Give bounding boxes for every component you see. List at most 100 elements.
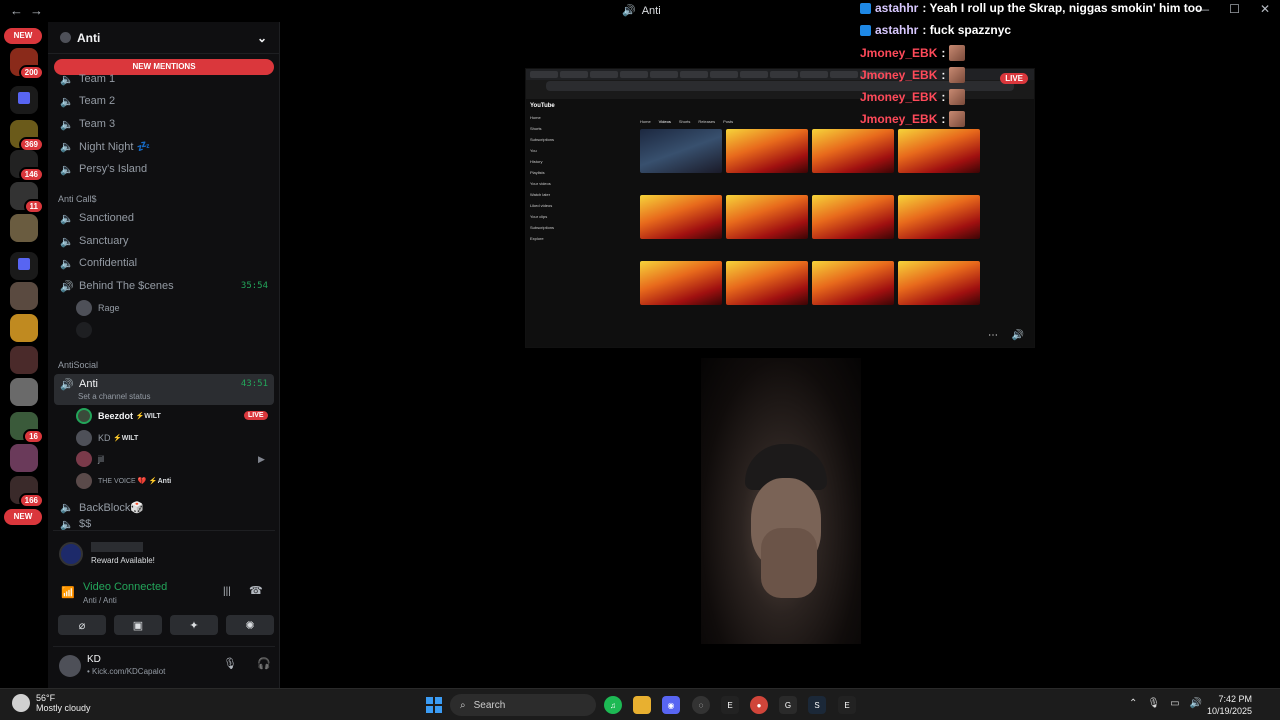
chevron-down-icon[interactable]: ⌄ [257,31,267,45]
voice-status[interactable]: Video Connected [83,581,167,593]
speaker-icon: 🔈 [60,518,74,531]
mention-count: 200 [18,65,44,80]
disconnect-icon[interactable]: ☎ [249,584,263,597]
headphones-icon[interactable]: 🎧 [257,657,271,670]
chat-message: astahhr: Yeah I roll up the Skrap, nigga… [860,1,1202,15]
camera-off-button[interactable]: ⌀ [58,615,106,635]
avatar[interactable] [59,655,81,677]
chrome-icon[interactable]: ● [750,696,768,714]
app-icon[interactable]: ◌ [692,696,710,714]
video-thumbnail [640,195,722,239]
voice-user[interactable]: Beezdot ⚡WILT [76,406,161,426]
volume-icon[interactable]: 🔊 [1190,698,1202,709]
voice-channel[interactable]: 🔈 Sanctioned [54,207,274,229]
server-icon[interactable] [10,444,38,472]
network-icon[interactable]: ▭ [1170,698,1179,709]
camera-tile[interactable] [701,358,861,644]
chat-message: astahhr: fuck spazznyc [860,23,1011,37]
chat-message: Jmoney_EBK: [860,45,966,61]
server-icon[interactable] [10,346,38,374]
active-voice-channel[interactable]: 🔊 Anti 43:51 Set a channel status [54,374,274,405]
youtube-sidebar: YouTube Home Shorts Subscriptions You Hi… [530,103,555,241]
chat-message: Jmoney_EBK: [860,89,966,105]
voice-channel[interactable]: 🔈 Confidential [54,252,274,274]
signal-icon: 📶 [61,587,75,599]
server-icon[interactable] [10,282,38,310]
avatar [76,408,92,424]
server-icon[interactable] [10,378,38,406]
microphone-icon[interactable]: 🎙 [1147,698,1160,709]
maximize-icon[interactable]: ☐ [1229,2,1240,16]
youtube-page: YouTube Home Shorts Subscriptions You Hi… [526,99,1034,347]
category-header[interactable]: Anti Call$ [58,194,97,204]
steam-icon[interactable]: S [808,696,826,714]
chevron-up-icon[interactable]: ⌃ [1129,698,1137,709]
live-badge: LIVE [244,411,268,420]
category-header[interactable]: AntiSocial [58,360,98,370]
activity-button[interactable]: ✦ [170,615,218,635]
voice-location: Anti / Anti [83,596,117,605]
server-icon[interactable]: 16 [10,412,44,444]
folder-icon[interactable] [10,86,38,114]
voice-channel[interactable]: 🔈 BackBlock🎲 [54,496,274,518]
server-icon[interactable]: 200 [10,48,44,80]
weather-widget[interactable]: 56°F Mostly cloudy [12,693,91,713]
nba-logo-icon [59,541,83,566]
server-icon[interactable] [10,214,38,242]
clock[interactable]: 7:42 PM 10/19/2025 [1207,693,1252,717]
folder-icon[interactable] [10,252,38,280]
video-grid [640,129,980,305]
voice-channel[interactable]: 🔈 Team 3 [54,113,274,135]
start-button[interactable] [426,697,442,713]
voice-channel[interactable]: 🔈 Team 1 [54,68,274,90]
taskbar-search[interactable]: ⌕ Search [450,694,596,716]
voice-channel[interactable]: 🔈 $$ [54,518,274,530]
speaker-icon: 🔈 [60,73,74,86]
emote-icon [949,89,966,105]
new-badge: NEW [4,509,42,525]
voice-channel[interactable]: 🔊 Behind The $cenes 35:54 [54,275,274,297]
file-explorer-icon[interactable] [633,696,651,714]
voice-user[interactable]: THE VOICE 💔 ⚡Anti [76,471,171,491]
channel-status[interactable]: Set a channel status [78,392,151,401]
server-header[interactable]: Anti ⌄ [48,22,279,54]
epic-games-icon[interactable]: E [838,696,856,714]
discord-icon[interactable]: ◉ [662,696,680,714]
spotify-icon[interactable]: ♫ [604,696,622,714]
voice-channel[interactable]: 🔈 Night Night 💤 [54,135,274,157]
live-badge: LIVE [1000,73,1028,84]
voice-channel[interactable]: 🔈 Team 2 [54,90,274,112]
more-options-icon[interactable]: ⋯ [988,330,998,341]
soundboard-button[interactable]: ✺ [226,615,274,635]
server-icon[interactable]: 166 [10,476,44,508]
voice-channel[interactable]: 🔈 Sanctuary [54,230,274,252]
server-icon[interactable] [10,314,38,342]
server-icon[interactable]: 369 [10,120,44,152]
folder-glyph-icon [18,92,30,104]
close-icon[interactable]: ✕ [1260,2,1270,16]
voice-channel[interactable]: 🔈 Persy's Island [54,158,274,180]
voice-user[interactable]: KD ⚡WILT [76,428,138,448]
avatar [76,430,92,446]
soundboard-icon[interactable]: ||| [223,586,231,597]
epic-games-icon[interactable]: E [721,696,739,714]
stream-tile[interactable]: YouTube Home Shorts Subscriptions You Hi… [525,68,1035,348]
speaker-icon: 🔈 [60,140,74,153]
voice-user[interactable]: jil [76,449,104,469]
microphone-icon[interactable]: 🎙 [223,657,237,670]
screen-share-button[interactable]: ▣ [114,615,162,635]
reward-panel[interactable]: Reward Available! [53,530,275,576]
volume-icon[interactable]: 🔊 [1012,330,1024,341]
forward-arrow-icon[interactable]: → [30,3,43,18]
voice-user[interactable]: Rage [76,298,120,318]
channel-sidebar: Anti ⌄ NEW MENTIONS 🔈 Team 1 🔈 Team 2 🔈 Tea… [48,22,307,688]
video-stage: YouTube Home Shorts Subscriptions You Hi… [281,22,1280,688]
app-icon[interactable]: G [779,696,797,714]
server-icon[interactable]: 146 [10,150,44,182]
back-arrow-icon[interactable]: ← [10,3,23,18]
speaker-icon: 🔈 [60,163,74,176]
server-icon[interactable]: 11 [10,182,44,214]
avatar [76,300,92,316]
server-badge-icon [60,32,71,43]
voice-user[interactable] [76,320,98,340]
